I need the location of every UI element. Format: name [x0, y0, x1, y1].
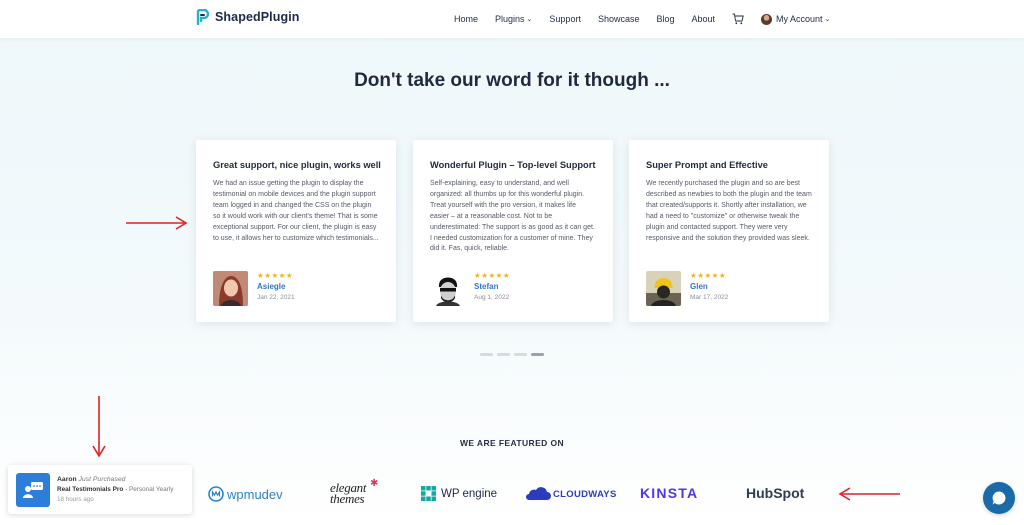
main-nav: Home Plugins ⌄ Support Showcase Blog Abou… [454, 0, 830, 38]
purchase-status: Just Purchased [78, 475, 126, 483]
brand-logo-cloudways[interactable]: CLOUDWAYS [525, 487, 617, 501]
brand-name: WP engine [441, 487, 498, 500]
carousel-dot[interactable] [480, 353, 493, 356]
testimonial-title: Wonderful Plugin – Top-level Support [430, 160, 596, 170]
carousel-pagination [480, 353, 544, 356]
notification-line: Real Testimonials Pro - Personal Yearly [57, 485, 173, 495]
testimonial-title: Great support, nice plugin, works well [213, 160, 381, 170]
featured-heading: WE ARE FEATURED ON [459, 438, 564, 448]
chevron-down-icon: ⌄ [824, 16, 831, 23]
down-arrow-icon [92, 396, 106, 458]
purchase-notification[interactable]: Aaron Just Purchased Real Testimonials P… [8, 465, 192, 514]
brand-name: wpmudev [227, 486, 283, 502]
author-photo [430, 271, 465, 306]
testimonial-text: We had an issue getting the plugin to di… [213, 180, 379, 242]
brand-name: CLOUDWAYS [553, 488, 617, 500]
nav-item-home[interactable]: Home [454, 14, 478, 24]
shapedplugin-logo-icon [196, 9, 210, 25]
author-photo [213, 271, 248, 306]
carousel-dot[interactable] [497, 353, 510, 356]
chat-user-icon [16, 472, 50, 507]
brand-logo-wpmudev[interactable]: wpmudev [208, 486, 283, 502]
nav-item-support[interactable]: Support [549, 14, 581, 24]
nav-label: Home [454, 14, 479, 24]
carousel-dot-active[interactable] [531, 353, 544, 356]
star-rating: ★★★★★ [474, 271, 511, 280]
my-account-menu[interactable]: My Account ⌄ [761, 13, 831, 25]
plan-name: - Personal Yearly [123, 485, 174, 493]
nav-item-showcase[interactable]: Showcase [598, 14, 640, 24]
buyer-name: Aaron [57, 475, 77, 483]
right-arrow-icon [126, 216, 188, 230]
cloud-icon [526, 487, 551, 500]
brand-logo-kinsta[interactable]: KINSTA [640, 485, 698, 501]
wpmudev-icon [208, 486, 224, 502]
author-name[interactable]: Asiegle [257, 282, 295, 291]
section-title: Don't take our word for it though ... [354, 70, 670, 91]
testimonial-text: We recently purchased the plugin and so … [646, 180, 812, 242]
account-label: My Account [776, 14, 823, 24]
testimonial-card: Wonderful Plugin – Top-level Support Sel… [413, 140, 613, 322]
product-name: Real Testimonials Pro [57, 485, 124, 493]
chevron-down-icon: ⌄ [526, 16, 533, 23]
notification-line: Aaron Just Purchased [57, 475, 173, 485]
nav-item-plugins[interactable]: Plugins ⌄ [495, 14, 532, 24]
chat-bubble-icon [992, 491, 1006, 505]
nav-item-about[interactable]: About [692, 14, 716, 24]
author-info: ★★★★★ Glen Mar 17, 2022 [690, 271, 728, 301]
testimonial-author: ★★★★★ Asiegle Jan 22, 2021 [213, 271, 380, 306]
author-photo [646, 271, 681, 306]
star-rating: ★★★★★ [690, 271, 727, 280]
chat-launcher-button[interactable] [983, 482, 1015, 514]
notification-time: 18 hours ago [57, 495, 94, 503]
testimonial-author: ★★★★★ Stefan Aug 1, 2022 [430, 271, 597, 306]
brand-logo-hubspot[interactable]: HubSpot [746, 485, 804, 501]
star-rating: ★★★★★ [257, 271, 294, 280]
review-date: Mar 17, 2022 [690, 294, 729, 301]
site-header: ShapedPlugin Home Plugins ⌄ Support Showc… [0, 0, 1024, 38]
nav-item-blog[interactable]: Blog [656, 14, 674, 24]
testimonial-title: Super Prompt and Effective [646, 160, 768, 170]
nav-label: Plugins [495, 14, 525, 24]
wpengine-icon [421, 486, 436, 501]
logo-text: ShapedPlugin [215, 10, 300, 24]
author-name[interactable]: Stefan [474, 282, 510, 291]
brand-name: KINSTA [640, 485, 699, 501]
cart-icon[interactable] [732, 13, 744, 25]
carousel-dot[interactable] [514, 353, 527, 356]
review-date: Aug 1, 2022 [474, 294, 510, 301]
left-arrow-icon [838, 487, 900, 501]
brand-name: HubSpot [746, 485, 805, 501]
nav-label: Blog [656, 14, 675, 24]
testimonial-card: Great support, nice plugin, works well W… [196, 140, 396, 322]
avatar [761, 13, 773, 25]
testimonial-text: Self-explaining, easy to understand, and… [430, 180, 595, 253]
testimonial-author: ★★★★★ Glen Mar 17, 2022 [646, 271, 813, 306]
site-logo[interactable]: ShapedPlugin [196, 9, 300, 25]
asterisk-icon: ✱ [370, 478, 379, 489]
author-info: ★★★★★ Asiegle Jan 22, 2021 [257, 271, 295, 301]
author-name[interactable]: Glen [690, 282, 728, 291]
brand-logo-wpengine[interactable]: WP engine [421, 486, 497, 501]
testimonial-card: Super Prompt and Effective We recently p… [629, 140, 829, 322]
nav-label: Support [549, 14, 581, 24]
author-info: ★★★★★ Stefan Aug 1, 2022 [474, 271, 510, 301]
review-date: Jan 22, 2021 [257, 294, 295, 301]
nav-label: Showcase [597, 14, 640, 24]
nav-label: About [691, 14, 716, 24]
brand-logo-elegant-themes[interactable]: elegant themes ✱ [330, 478, 378, 506]
notification-content: Aaron Just Purchased Real Testimonials P… [57, 475, 173, 505]
